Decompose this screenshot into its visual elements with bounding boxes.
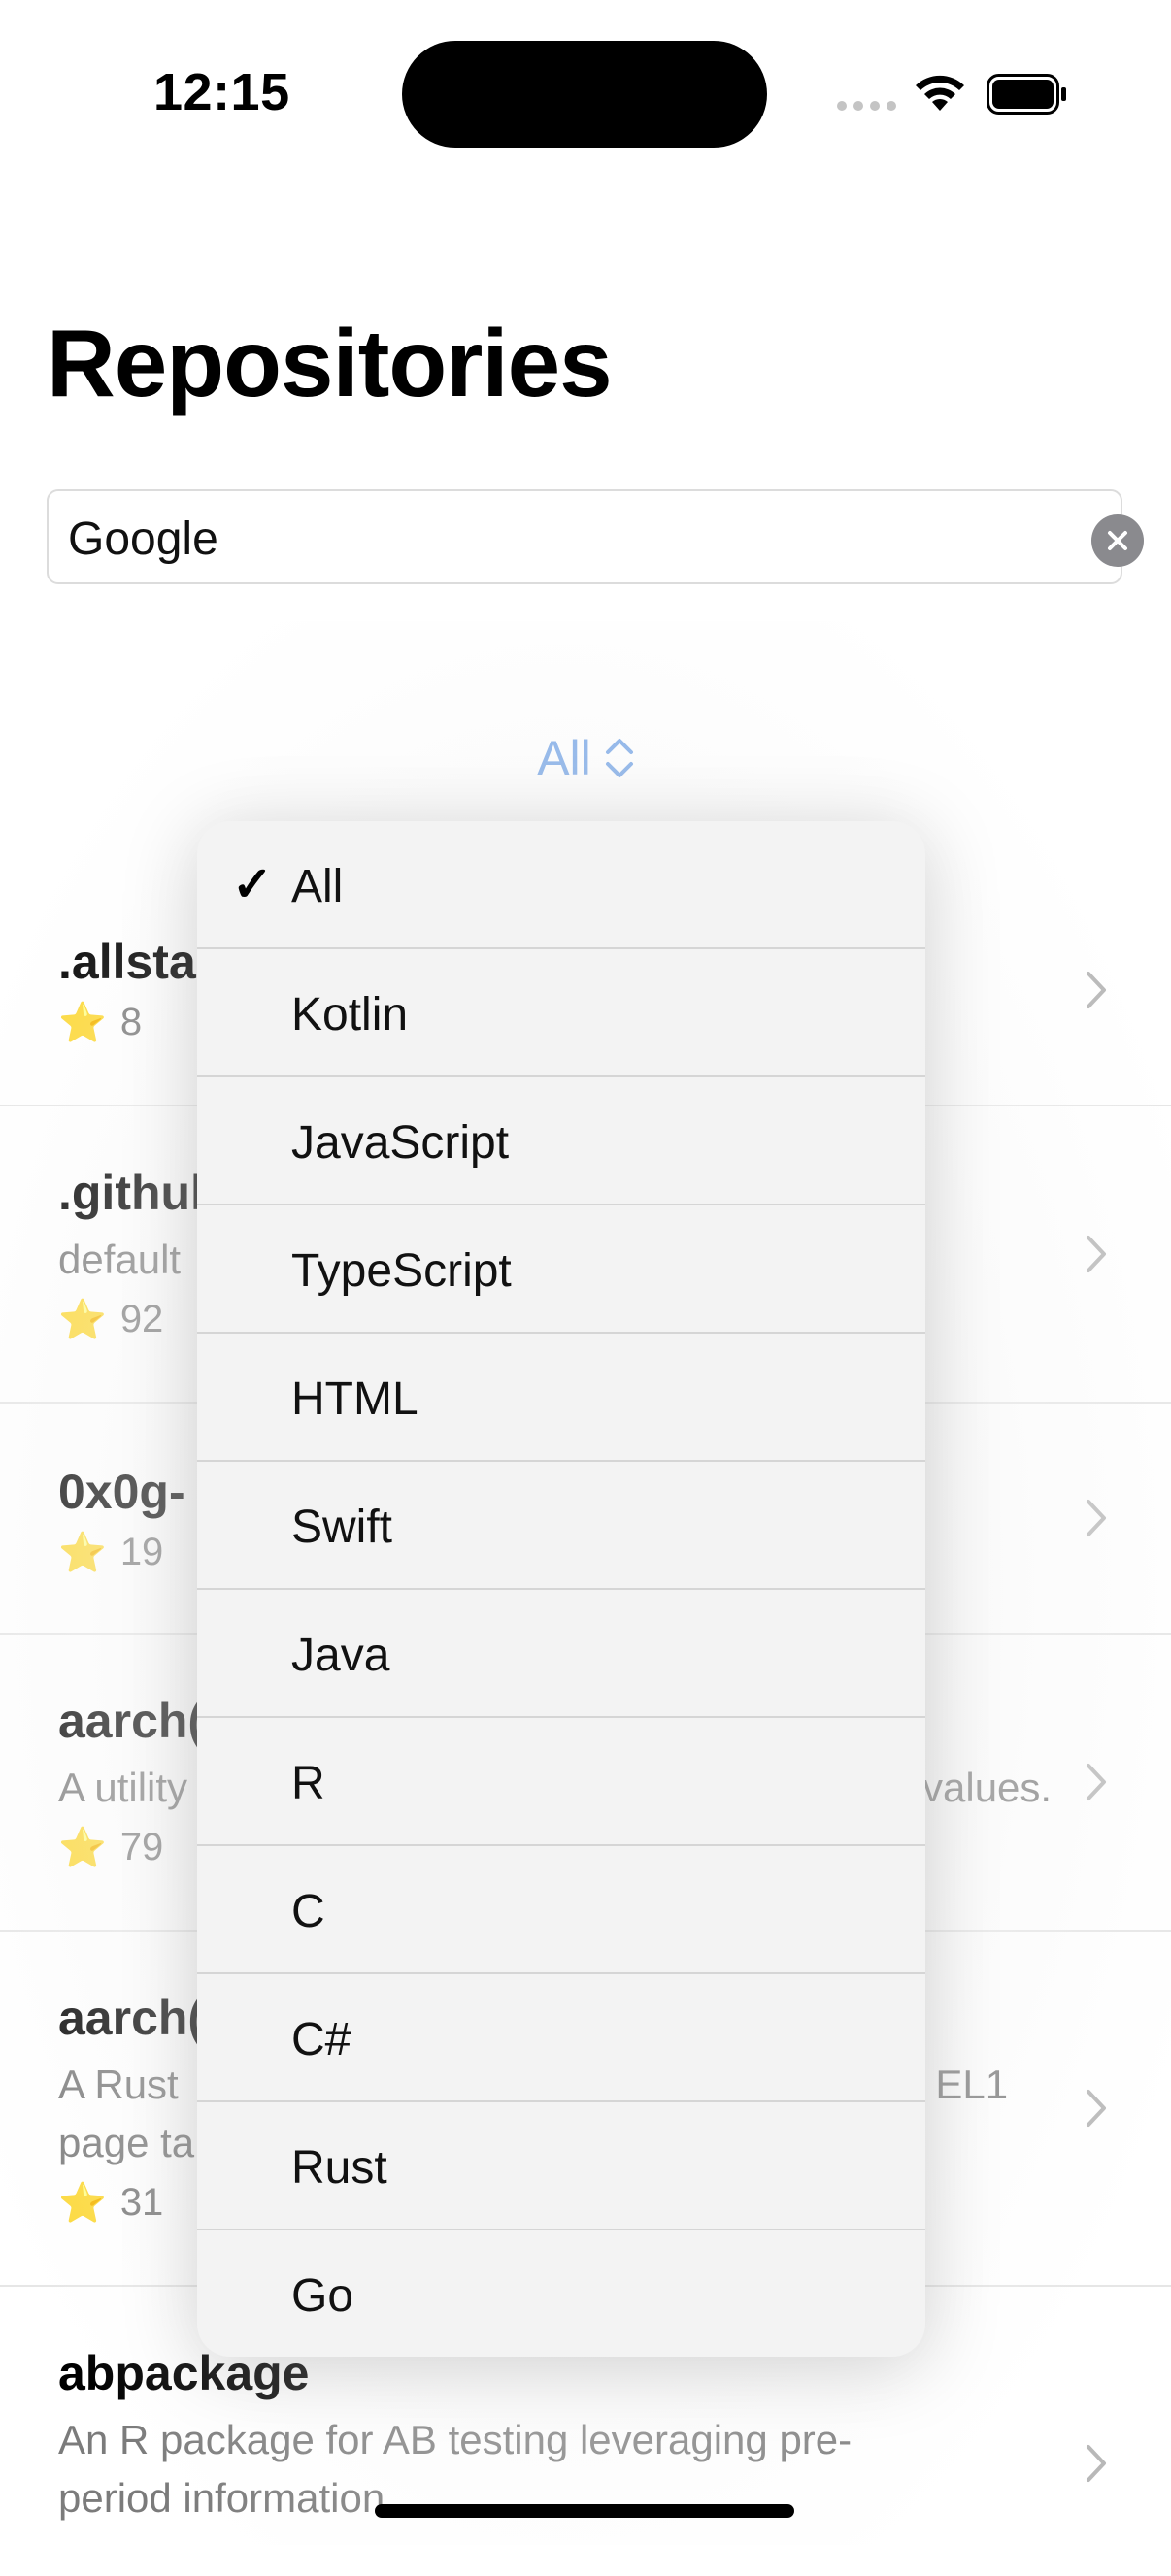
menu-item-go[interactable]: Go: [197, 2230, 925, 2357]
menu-item-swift[interactable]: Swift: [197, 1462, 925, 1590]
chevron-right-icon: [1087, 2090, 1106, 2127]
repo-stars: ⭐ 31: [58, 2181, 164, 2225]
cellular-signal-icon: [837, 101, 896, 111]
page-title: Repositories: [47, 310, 613, 416]
menu-item-typescript[interactable]: TypeScript: [197, 1205, 925, 1334]
menu-item-all[interactable]: ✓ All: [197, 821, 925, 949]
star-icon: ⭐: [58, 1002, 107, 1044]
status-time: 12:15: [153, 63, 290, 121]
language-filter-select[interactable]: All: [0, 724, 1171, 792]
chevron-right-icon: [1087, 972, 1106, 1008]
repo-stars: ⭐ 92: [58, 1298, 164, 1341]
checkmark-icon: ✓: [232, 857, 273, 911]
repo-name: 0x0g-: [58, 1465, 185, 1519]
search-input[interactable]: Google: [47, 489, 1122, 584]
chevron-right-icon: [1087, 1764, 1106, 1800]
star-icon: ⭐: [58, 2182, 107, 2225]
menu-item-java[interactable]: Java: [197, 1590, 925, 1718]
language-menu: ✓ All Kotlin JavaScript TypeScript HTML …: [197, 821, 925, 2357]
chevron-right-icon: [1087, 1236, 1106, 1272]
search-input-value: Google: [68, 513, 218, 565]
repo-description-tail: . EL1: [913, 2062, 1009, 2107]
repo-name: aarch(: [58, 1694, 205, 1748]
home-indicator[interactable]: [375, 2504, 794, 2518]
repo-stars: ⭐ 19: [58, 1531, 164, 1574]
menu-item-javascript[interactable]: JavaScript: [197, 1077, 925, 1205]
chevron-up-down-icon: [605, 739, 633, 777]
repo-description-line2: period information: [58, 2475, 385, 2521]
dynamic-island: [402, 41, 767, 148]
filter-selected-value: All: [537, 731, 591, 785]
chevron-right-icon: [1087, 1500, 1106, 1536]
star-icon: ⭐: [58, 1299, 107, 1341]
menu-item-r[interactable]: R: [197, 1718, 925, 1846]
star-icon: ⭐: [58, 1532, 107, 1574]
repo-stars: ⭐ 79: [58, 1826, 164, 1869]
star-icon: ⭐: [58, 1827, 107, 1869]
clear-search-button[interactable]: [1091, 514, 1144, 567]
repo-description-tail: values.: [922, 1765, 1053, 1810]
wifi-icon: [916, 75, 964, 111]
menu-item-csharp[interactable]: C#: [197, 1974, 925, 2102]
menu-item-html[interactable]: HTML: [197, 1334, 925, 1462]
menu-item-c[interactable]: C: [197, 1846, 925, 1974]
repo-name: .githul: [58, 1166, 204, 1220]
chevron-right-icon: [1087, 2445, 1106, 2482]
repo-stars: ⭐ 8: [58, 1001, 143, 1044]
menu-item-rust[interactable]: Rust: [197, 2102, 925, 2230]
menu-item-kotlin[interactable]: Kotlin: [197, 949, 925, 1077]
close-icon: [1108, 531, 1127, 550]
battery-icon: [987, 74, 1066, 115]
repo-name: .allsta: [58, 935, 196, 989]
repo-description: An R package for AB testing leveraging p…: [58, 2417, 853, 2462]
repo-name: aarch(: [58, 1991, 205, 2045]
